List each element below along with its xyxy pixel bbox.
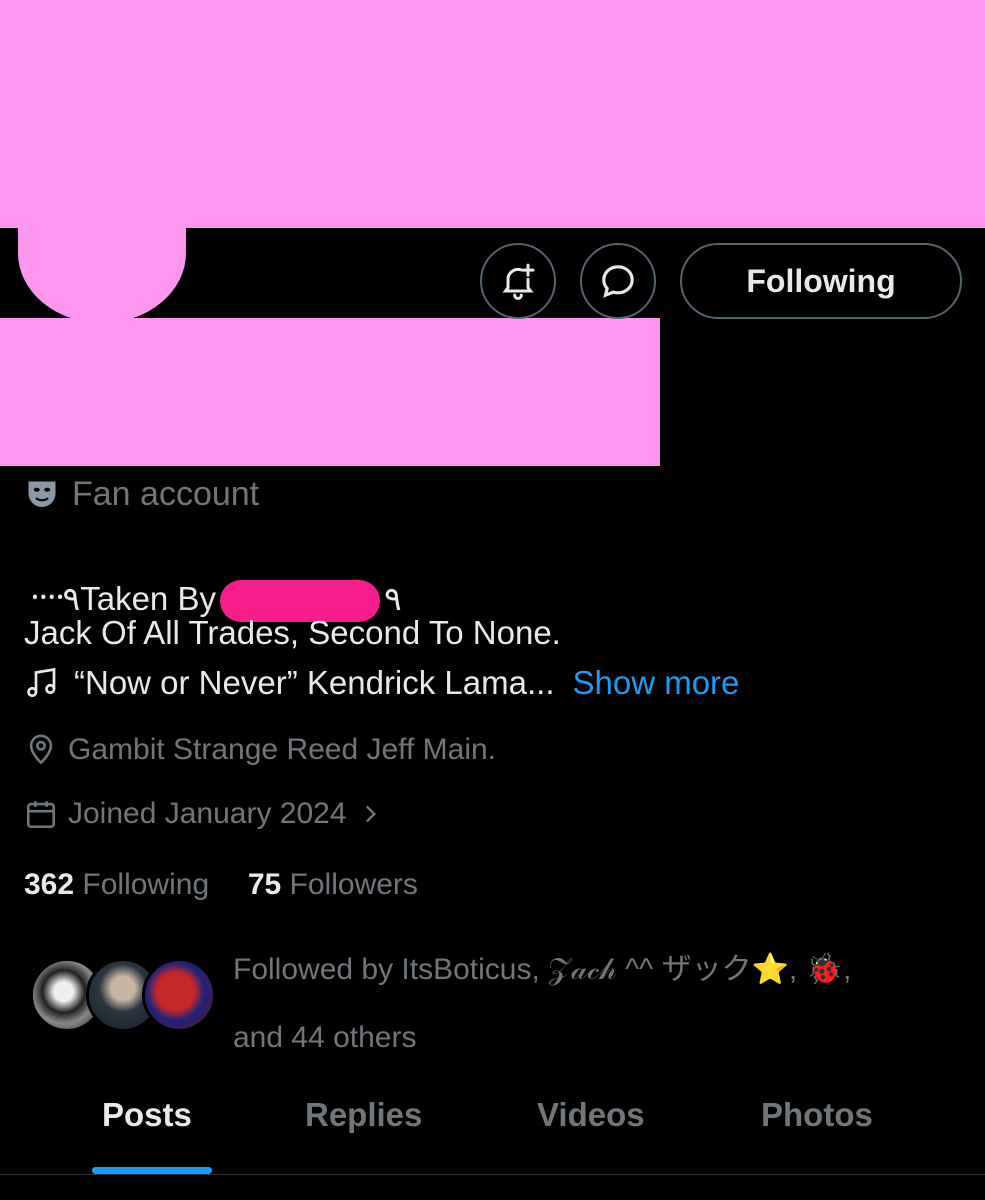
joined-date[interactable]: Joined January 2024 [24, 797, 383, 831]
message-button[interactable] [580, 243, 656, 319]
bio-line-2: Jack Of All Trades, Second To None. [24, 614, 561, 651]
follow-stats: 362 Following 75 Followers [24, 868, 418, 902]
followers-label: Followers [289, 868, 418, 901]
following-count: 362 [24, 868, 75, 901]
active-tab-indicator [92, 1167, 212, 1174]
bio-song: “Now or Never” Kendrick Lama... [74, 664, 555, 701]
followed-by-text[interactable]: Followed by ItsBoticus, 𝒵𝒶𝒸𝒽 ^^ ザック⭐, 🐞,… [233, 936, 953, 1072]
bio-prefix: ᠁٩Taken By [24, 580, 216, 617]
name-redaction [0, 318, 660, 466]
followed-by-names: Followed by ItsBoticus, 𝒵𝒶𝒸𝒽 ^^ ザック⭐, 🐞, [233, 953, 852, 986]
professional-category: Fan account [24, 475, 259, 514]
tab-replies[interactable]: Replies [305, 1096, 422, 1134]
mutual-avatar-3[interactable] [142, 958, 216, 1032]
following-label: Following [82, 868, 210, 901]
category-label: Fan account [72, 475, 260, 513]
joined-text: Joined January 2024 [68, 797, 347, 830]
tab-photos[interactable]: Photos [761, 1096, 873, 1134]
bio-suffix: ٩ [383, 580, 402, 617]
tabs-divider [0, 1174, 985, 1175]
message-bubble-icon [602, 265, 634, 298]
bio-line-3: “Now or Never” Kendrick Lama... Show mor… [24, 664, 739, 702]
location-text: Gambit Strange Reed Jeff Main. [68, 733, 496, 766]
show-more-link[interactable]: Show more [572, 664, 739, 702]
location: Gambit Strange Reed Jeff Main. [24, 733, 496, 767]
location-pin-icon [29, 734, 53, 765]
tab-videos[interactable]: Videos [537, 1096, 645, 1134]
followers-count: 75 [247, 868, 282, 901]
profile-banner [0, 0, 985, 240]
tab-posts[interactable]: Posts [102, 1096, 192, 1134]
music-note-icon [27, 667, 56, 698]
calendar-icon [26, 801, 56, 829]
following-stat[interactable]: 362 Following [24, 868, 209, 901]
chevron-right-icon [365, 805, 376, 823]
notify-button[interactable] [480, 243, 556, 319]
followed-by-more: and 44 others [233, 1021, 417, 1054]
following-button[interactable]: Following [680, 243, 962, 319]
theater-mask-icon [28, 481, 56, 507]
bell-plus-icon [502, 263, 535, 300]
followers-stat[interactable]: 75 Followers [248, 868, 418, 901]
